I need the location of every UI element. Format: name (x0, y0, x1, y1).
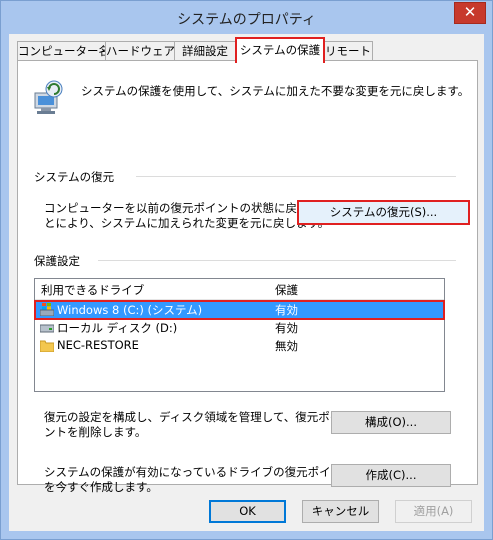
restore-description: コンピューターを以前の復元ポイントの状態に戻すこ とにより、システムに加えられた… (44, 201, 329, 231)
tab-system-protection[interactable]: システムの保護 (235, 37, 325, 63)
system-protection-panel: システムの保護を使用して、システムに加えた不要な変更を元に戻します。 システムの… (17, 60, 478, 494)
drive-name: ローカル ディスク (D:) (57, 321, 178, 335)
system-restore-button[interactable]: システムの復元(S)... (297, 200, 470, 225)
ok-button[interactable]: OK (209, 500, 286, 523)
local-disk-icon (40, 324, 54, 333)
drive-protection-status: 有効 (275, 303, 298, 317)
tab-computer-name[interactable]: コンピューター名 (17, 41, 110, 61)
column-header-protection[interactable]: 保護 (275, 282, 298, 298)
protection-group-label: 保護設定 (34, 254, 80, 268)
cancel-button[interactable]: キャンセル (302, 500, 379, 523)
drive-protection-status: 有効 (275, 321, 298, 335)
create-description-line1: システムの保護が有効になっているドライブの復元ポイント (44, 465, 354, 479)
protection-divider (98, 260, 456, 261)
drive-row-c[interactable]: Windows 8 (C:) (システム) 有効 (34, 300, 445, 320)
drive-name: NEC-RESTORE (57, 338, 139, 352)
create-button[interactable]: 作成(C)... (331, 464, 451, 487)
restore-description-line1: コンピューターを以前の復元ポイントの状態に戻すこ (44, 201, 320, 215)
column-header-drive[interactable]: 利用できるドライブ (41, 282, 144, 298)
create-description-line2: を今すぐ作成します。 (44, 480, 158, 494)
tab-advanced[interactable]: 詳細設定 (174, 41, 236, 61)
intro-text: システムの保護を使用して、システムに加えた不要な変更を元に戻します。 (81, 84, 470, 98)
configure-description: 復元の設定を構成し、ディスク領域を管理して、復元ポイ ントを削除します。 (44, 410, 341, 440)
title-bar[interactable]: システムのプロパティ ✕ (1, 1, 492, 34)
tab-remote[interactable]: リモート (323, 41, 373, 61)
tab-hardware[interactable]: ハードウェア (105, 41, 175, 61)
drive-list[interactable]: 利用できるドライブ 保護 Windows 8 (C:) (システム) 有効 ロー… (34, 278, 445, 392)
configure-description-line1: 復元の設定を構成し、ディスク領域を管理して、復元ポイ (44, 410, 342, 424)
system-drive-icon (40, 303, 54, 316)
drive-protection-status: 無効 (275, 339, 298, 353)
configure-description-line2: ントを削除します。 (44, 425, 147, 439)
window-title: システムのプロパティ (177, 12, 316, 28)
system-protection-icon (34, 80, 63, 114)
folder-icon (40, 340, 54, 352)
restore-divider (136, 176, 456, 177)
system-properties-window: システムのプロパティ ✕ コンピューター名 ハードウェア 詳細設定 システムの保… (0, 0, 493, 540)
drive-row-d[interactable]: ローカル ディスク (D:) 有効 (35, 319, 444, 337)
drive-row-nec-restore[interactable]: NEC-RESTORE 無効 (35, 337, 444, 355)
drive-list-header: 利用できるドライブ 保護 (35, 279, 444, 300)
configure-button[interactable]: 構成(O)... (331, 411, 451, 434)
create-description: システムの保護が有効になっているドライブの復元ポイント を今すぐ作成します。 (44, 465, 354, 495)
dialog-client-area: コンピューター名 ハードウェア 詳細設定 システムの保護 リモート システムの保… (9, 34, 484, 531)
restore-group-label: システムの復元 (34, 170, 115, 184)
restore-description-line2: とにより、システムに加えられた変更を元に戻します。 (44, 216, 330, 230)
drive-name: Windows 8 (C:) (システム) (57, 303, 203, 317)
apply-button[interactable]: 適用(A) (395, 500, 472, 523)
close-button[interactable]: ✕ (454, 2, 486, 24)
